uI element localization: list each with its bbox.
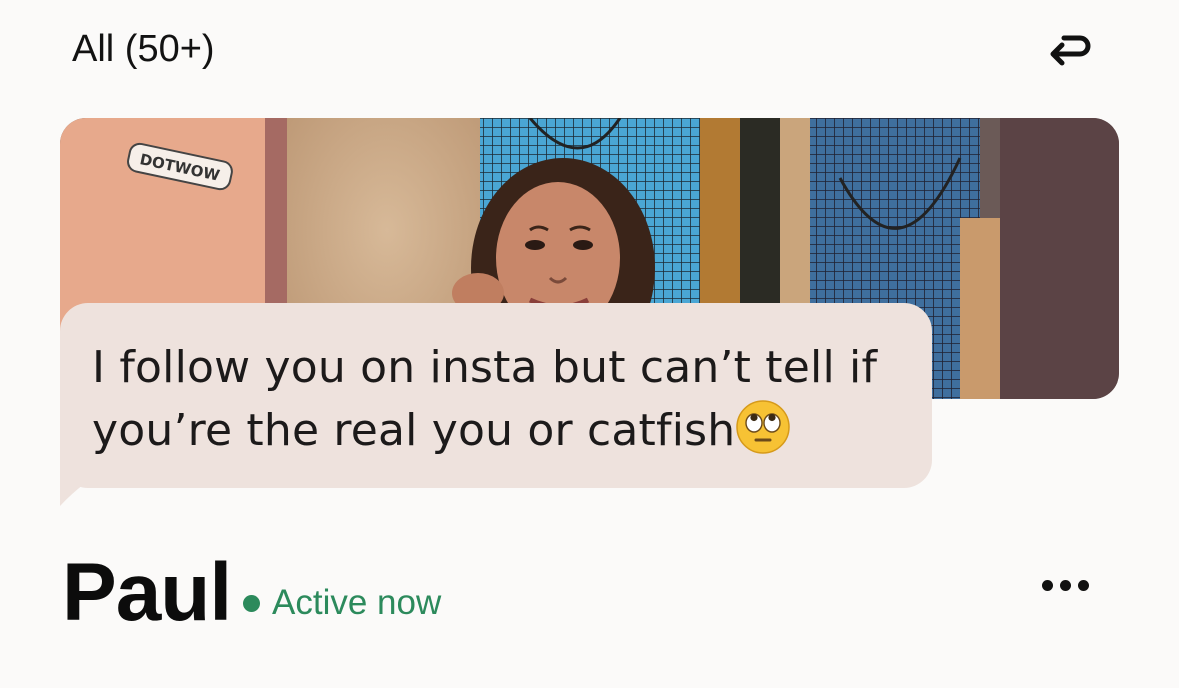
more-dots-icon xyxy=(1077,579,1089,591)
rolling-eyes-emoji-icon xyxy=(736,400,791,454)
message-bubble[interactable]: I follow you on insta but can’t tell if … xyxy=(60,303,932,488)
active-dot-icon xyxy=(243,594,260,612)
more-options-button[interactable] xyxy=(1030,560,1100,610)
online-status: Active now xyxy=(243,583,441,623)
status-label: Active now xyxy=(272,583,442,622)
profile-name[interactable]: Paul xyxy=(62,546,232,640)
more-dots-icon xyxy=(1041,579,1053,591)
more-dots-icon xyxy=(1059,579,1071,591)
undo-arrow-icon xyxy=(1050,35,1091,66)
match-card-screen: All (50+) DOTWOW I follow you on insta b… xyxy=(0,0,1179,688)
undo-button[interactable] xyxy=(1038,24,1098,84)
page-title[interactable]: All (50+) xyxy=(72,28,215,71)
